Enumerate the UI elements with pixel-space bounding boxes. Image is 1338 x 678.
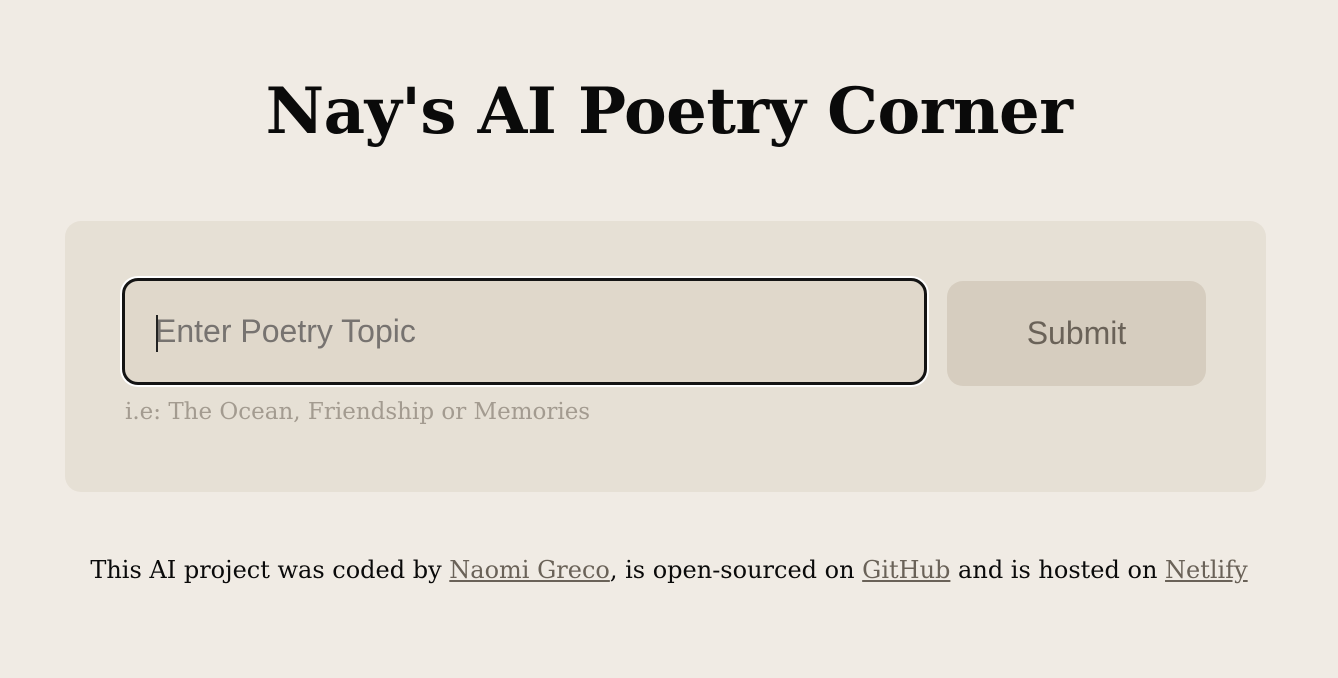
poem-form: Submit i.e: The Ocean, Friendship or Mem… xyxy=(65,221,1266,492)
footer-text-3: and is hosted on xyxy=(950,556,1166,584)
footer-credit: This AI project was coded by Naomi Greco… xyxy=(0,556,1338,584)
netlify-link[interactable]: Netlify xyxy=(1165,556,1248,584)
input-hint: i.e: The Ocean, Friendship or Memories xyxy=(125,399,591,425)
page-title: Nay's AI Poetry Corner xyxy=(265,74,1073,149)
footer-text-2: , is open-sourced on xyxy=(609,556,863,584)
topic-input[interactable] xyxy=(122,278,927,385)
footer-text-1: This AI project was coded by xyxy=(90,556,450,584)
submit-button[interactable]: Submit xyxy=(947,281,1206,386)
github-link[interactable]: GitHub xyxy=(862,556,950,584)
text-cursor xyxy=(156,315,158,352)
author-link[interactable]: Naomi Greco xyxy=(449,556,610,584)
